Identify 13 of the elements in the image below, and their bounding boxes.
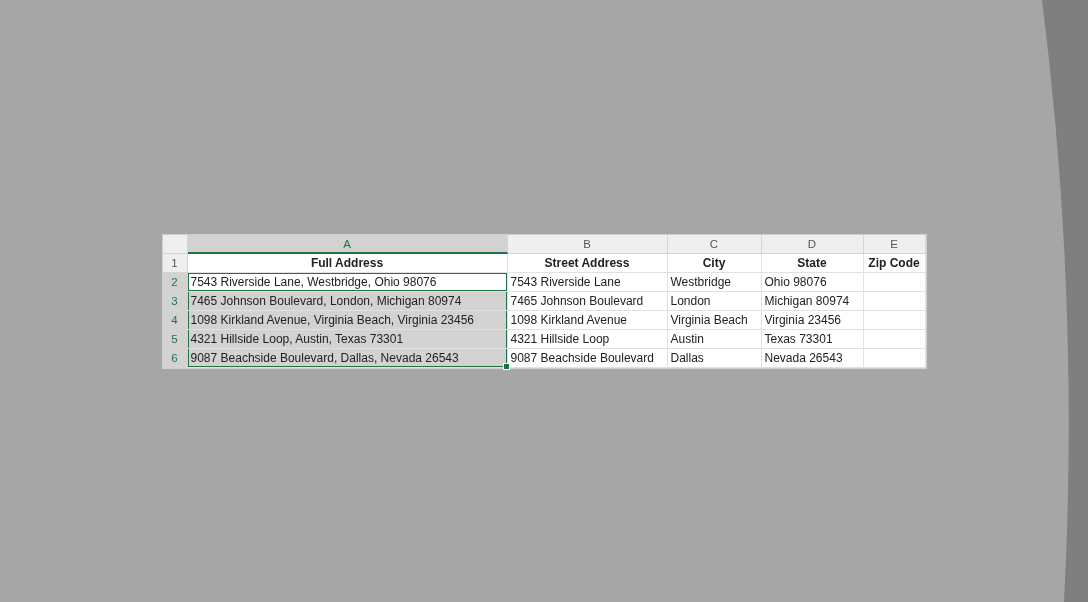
column-header[interactable]: A bbox=[187, 234, 508, 254]
row-header[interactable]: 1 bbox=[162, 253, 188, 273]
column-header[interactable]: E bbox=[863, 234, 926, 254]
row-header[interactable]: 6 bbox=[162, 348, 188, 368]
row-header[interactable]: 5 bbox=[162, 329, 188, 349]
row-header[interactable]: 4 bbox=[162, 310, 188, 330]
fill-handle[interactable] bbox=[502, 362, 510, 370]
select-all-corner[interactable] bbox=[162, 234, 188, 254]
column-header[interactable]: B bbox=[507, 234, 668, 254]
row-header[interactable]: 2 bbox=[162, 272, 188, 292]
row-header[interactable]: 3 bbox=[162, 291, 188, 311]
column-header[interactable]: C bbox=[667, 234, 762, 254]
column-header[interactable]: D bbox=[761, 234, 864, 254]
